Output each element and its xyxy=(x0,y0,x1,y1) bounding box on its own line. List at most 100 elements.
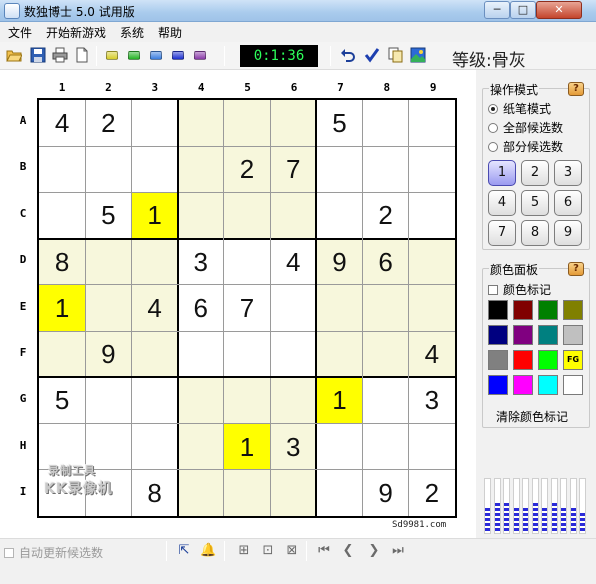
last-icon[interactable]: ⏭ xyxy=(390,543,406,559)
radio-all-candidates[interactable]: 全部候选数 xyxy=(488,119,563,136)
sudoku-cell-a4[interactable] xyxy=(177,100,224,147)
sudoku-cell-f8[interactable] xyxy=(362,331,409,378)
new-page-icon[interactable] xyxy=(74,47,90,63)
number-button-9[interactable]: 9 xyxy=(554,220,582,246)
color-swatch[interactable] xyxy=(538,375,558,395)
sudoku-cell-e9[interactable] xyxy=(408,284,455,332)
sudoku-cell-c7[interactable] xyxy=(316,192,362,238)
sudoku-cell-b6[interactable]: 7 xyxy=(270,146,317,193)
sudoku-cell-d3[interactable] xyxy=(131,238,178,285)
color-swatch[interactable] xyxy=(513,350,533,370)
sudoku-cell-b1[interactable] xyxy=(39,146,85,192)
sudoku-cell-d5[interactable] xyxy=(224,239,270,285)
sudoku-cell-f6[interactable] xyxy=(270,331,316,377)
sudoku-cell-f5[interactable] xyxy=(224,331,270,377)
sudoku-cell-a8[interactable] xyxy=(363,100,409,146)
sudoku-cell-b5[interactable]: 2 xyxy=(223,146,271,193)
color-swatch[interactable] xyxy=(538,300,558,320)
tool-b-icon[interactable]: ⊡ xyxy=(260,543,276,559)
sudoku-cell-e3[interactable]: 4 xyxy=(131,284,178,332)
sudoku-cell-h4[interactable] xyxy=(177,423,224,470)
sudoku-cell-d2[interactable] xyxy=(85,238,132,285)
color-swatch[interactable] xyxy=(513,375,533,395)
sudoku-cell-d4[interactable]: 3 xyxy=(178,239,224,285)
sudoku-cell-a2[interactable]: 2 xyxy=(85,100,131,146)
sudoku-cell-h9[interactable] xyxy=(409,424,455,470)
sudoku-cell-d6[interactable]: 4 xyxy=(270,239,316,285)
open-folder-icon[interactable] xyxy=(6,47,22,63)
tool-a-icon[interactable]: ⊞ xyxy=(236,543,252,559)
sudoku-cell-b3[interactable] xyxy=(131,146,177,192)
sudoku-cell-e1[interactable]: 1 xyxy=(39,284,86,332)
sudoku-cell-c5[interactable] xyxy=(223,192,271,239)
minimize-button[interactable]: ─ xyxy=(484,1,510,19)
sudoku-cell-i9[interactable]: 2 xyxy=(409,470,455,516)
sudoku-cell-g2[interactable] xyxy=(85,377,131,423)
sudoku-cell-c3[interactable]: 1 xyxy=(131,192,178,239)
sudoku-cell-h6[interactable]: 3 xyxy=(270,423,317,470)
previous-icon[interactable]: ❮ xyxy=(340,543,356,559)
sudoku-cell-i6[interactable] xyxy=(270,469,317,516)
sudoku-cell-i4[interactable] xyxy=(177,469,224,516)
radio-partial-candidates[interactable]: 部分候选数 xyxy=(488,138,563,155)
sudoku-cell-e5[interactable]: 7 xyxy=(224,285,270,331)
sudoku-cell-d1[interactable]: 8 xyxy=(39,238,86,285)
sudoku-cell-e6[interactable] xyxy=(270,285,316,331)
print-icon[interactable] xyxy=(52,47,68,63)
sudoku-cell-b2[interactable] xyxy=(85,146,131,192)
undo-icon[interactable] xyxy=(340,47,356,63)
menu-help[interactable]: 帮助 xyxy=(158,24,182,41)
green-gem-icon[interactable] xyxy=(128,51,140,60)
color-swatch[interactable] xyxy=(563,375,583,395)
auto-update-checkbox[interactable]: 自动更新候选数 xyxy=(4,544,103,561)
number-button-5[interactable]: 5 xyxy=(521,190,549,216)
sudoku-cell-b9[interactable] xyxy=(409,146,455,192)
sudoku-cell-h7[interactable] xyxy=(316,424,362,470)
sudoku-cell-d9[interactable] xyxy=(408,238,455,285)
sudoku-cell-a3[interactable] xyxy=(131,100,177,146)
sudoku-cell-f4[interactable] xyxy=(178,331,224,377)
hint-cursor-icon[interactable]: ⇱ xyxy=(176,543,192,559)
sudoku-cell-f3[interactable] xyxy=(131,331,178,378)
sudoku-cell-g4[interactable] xyxy=(177,377,224,424)
sudoku-cell-g1[interactable]: 5 xyxy=(39,377,85,423)
number-button-6[interactable]: 6 xyxy=(554,190,582,216)
maximize-button[interactable]: □ xyxy=(510,1,536,19)
number-button-8[interactable]: 8 xyxy=(521,220,549,246)
sudoku-cell-f1[interactable] xyxy=(39,331,86,378)
sudoku-cell-a9[interactable] xyxy=(409,100,455,146)
number-button-1[interactable]: 1 xyxy=(488,160,516,186)
tool-c-icon[interactable]: ⊠ xyxy=(284,543,300,559)
blue-gem-icon[interactable] xyxy=(150,51,162,60)
color-swatch[interactable] xyxy=(488,300,508,320)
sudoku-cell-i5[interactable] xyxy=(223,469,271,516)
save-icon[interactable] xyxy=(30,47,46,63)
sudoku-cell-h8[interactable] xyxy=(363,424,409,470)
number-button-3[interactable]: 3 xyxy=(554,160,582,186)
color-mark-checkbox[interactable]: 颜色标记 xyxy=(488,281,551,298)
number-button-4[interactable]: 4 xyxy=(488,190,516,216)
sudoku-cell-c2[interactable]: 5 xyxy=(85,192,131,238)
bell-icon[interactable]: 🔔 xyxy=(200,543,216,559)
sudoku-cell-c1[interactable] xyxy=(39,192,85,238)
sudoku-cell-e2[interactable] xyxy=(85,284,132,332)
sudoku-cell-d7[interactable]: 9 xyxy=(316,238,363,285)
sudoku-cell-a5[interactable] xyxy=(223,100,271,147)
close-button[interactable]: ✕ xyxy=(536,1,582,19)
copy-icon[interactable] xyxy=(388,47,404,63)
radio-pencil-mode[interactable]: 纸笔模式 xyxy=(488,100,551,117)
sudoku-cell-f2[interactable]: 9 xyxy=(85,331,132,378)
sudoku-cell-c8[interactable]: 2 xyxy=(363,192,409,238)
purple-gem-icon[interactable] xyxy=(194,51,206,60)
sudoku-cell-b8[interactable] xyxy=(363,146,409,192)
sudoku-cell-i8[interactable]: 9 xyxy=(363,470,409,516)
menu-system[interactable]: 系统 xyxy=(120,24,144,41)
sudoku-cell-g6[interactable] xyxy=(270,377,317,424)
sudoku-cell-e4[interactable]: 6 xyxy=(178,285,224,331)
sudoku-cell-c6[interactable] xyxy=(270,192,317,239)
color-swatch[interactable] xyxy=(563,300,583,320)
color-swatch[interactable] xyxy=(513,300,533,320)
sudoku-cell-g3[interactable] xyxy=(131,377,177,423)
sudoku-cell-h3[interactable] xyxy=(131,424,177,470)
color-help-icon[interactable]: ? xyxy=(568,262,584,276)
